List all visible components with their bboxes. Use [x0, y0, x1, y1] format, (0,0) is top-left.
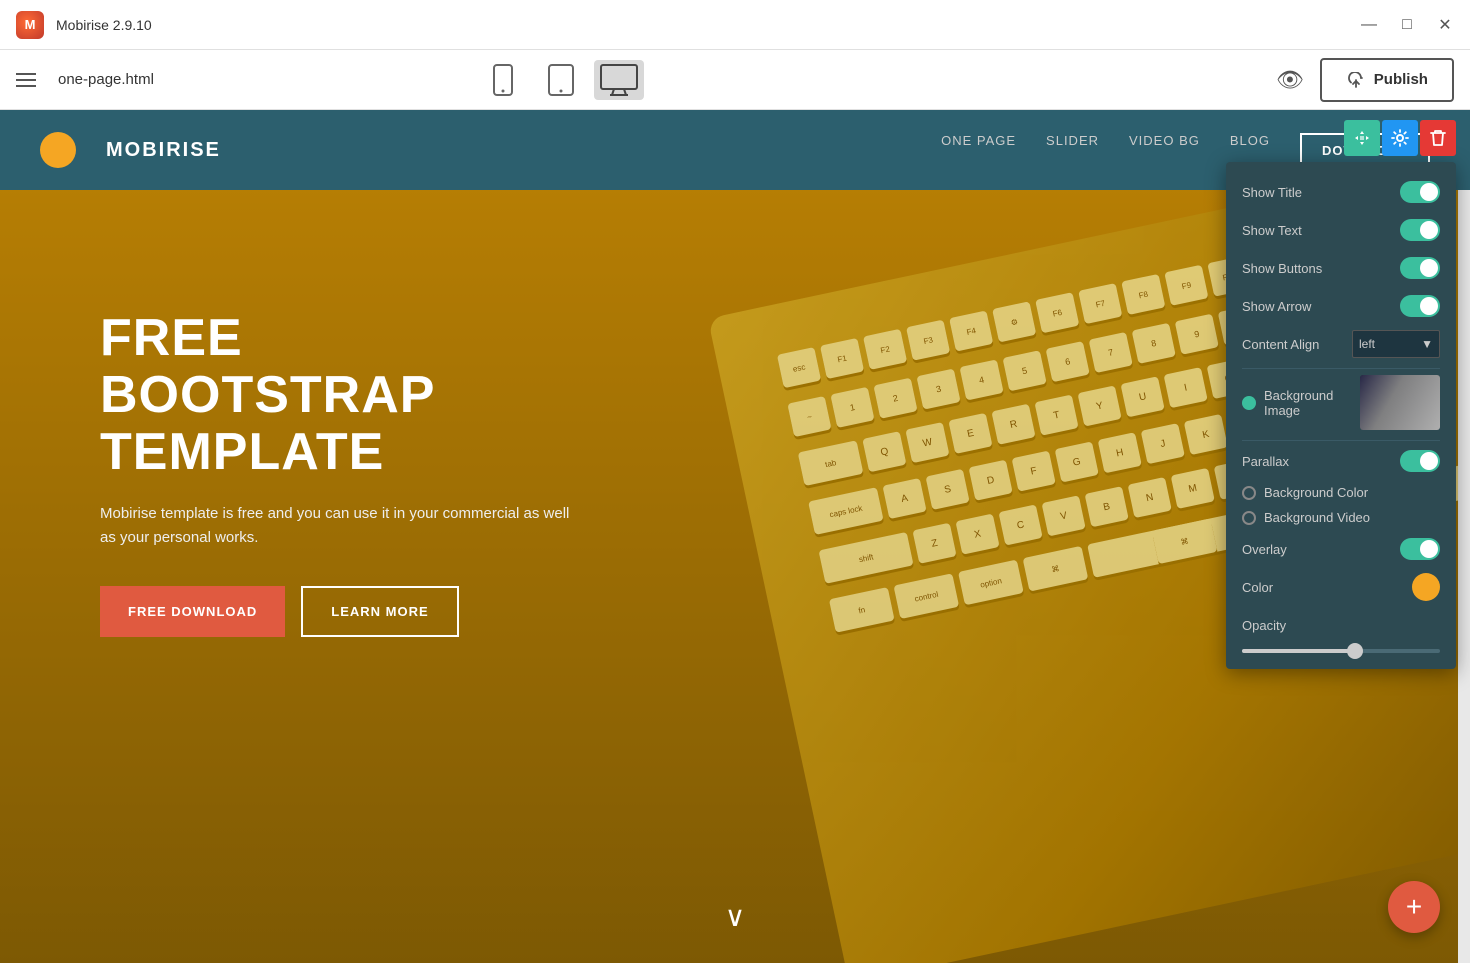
delete-block-button[interactable]	[1420, 120, 1456, 156]
logo-letter: M	[25, 17, 36, 32]
background-color-radio[interactable]	[1242, 486, 1256, 500]
divider-1	[1242, 368, 1440, 369]
settings-block-button[interactable]	[1382, 120, 1418, 156]
overlay-toggle[interactable]	[1400, 538, 1440, 560]
title-bar: M Mobirise 2.9.10 — □ ✕	[0, 0, 1470, 50]
color-row: Color	[1242, 573, 1440, 601]
show-title-label: Show Title	[1242, 185, 1400, 200]
hero-text-block: FREE BOOTSTRAP TEMPLATE Mobirise templat…	[100, 310, 580, 637]
background-video-row: Background Video	[1242, 510, 1440, 525]
overlay-label: Overlay	[1242, 542, 1400, 557]
close-button[interactable]: ✕	[1436, 16, 1454, 34]
menu-right: 👁 Publish	[1276, 58, 1454, 102]
color-swatch[interactable]	[1412, 573, 1440, 601]
content-align-label: Content Align	[1242, 337, 1352, 352]
slider-thumb[interactable]	[1347, 643, 1363, 659]
background-color-row: Background Color	[1242, 485, 1440, 500]
show-title-row: Show Title	[1242, 178, 1440, 206]
background-image-thumb[interactable]	[1360, 375, 1440, 430]
show-text-toggle[interactable]	[1400, 219, 1440, 241]
slider-fill	[1242, 649, 1351, 653]
tablet-icon	[547, 64, 575, 96]
background-image-row: Background Image	[1242, 375, 1440, 430]
background-color-label: Background Color	[1264, 485, 1440, 500]
show-arrow-row: Show Arrow	[1242, 292, 1440, 320]
scrollbar[interactable]	[1458, 110, 1470, 963]
window-controls: — □ ✕	[1360, 16, 1454, 34]
color-label: Color	[1242, 580, 1412, 595]
desktop-icon	[600, 64, 638, 96]
nav-link-videobg[interactable]: VIDEO BG	[1129, 133, 1200, 168]
slider-track	[1242, 649, 1440, 653]
publish-button[interactable]: Publish	[1320, 58, 1454, 102]
panel-toolbar	[1344, 120, 1456, 156]
add-block-button[interactable]: +	[1388, 881, 1440, 933]
move-block-button[interactable]	[1344, 120, 1380, 156]
hamburger-menu[interactable]	[16, 73, 36, 87]
hero-title: FREE BOOTSTRAP TEMPLATE	[100, 310, 580, 482]
mobile-view-button[interactable]	[478, 60, 528, 100]
background-video-label: Background Video	[1264, 510, 1440, 525]
settings-icon	[1391, 129, 1409, 147]
bg-image-active-dot	[1242, 396, 1256, 410]
content-area: MOBIRISE ONE PAGE SLIDER VIDEO BG BLOG D…	[0, 110, 1470, 963]
background-video-radio[interactable]	[1242, 511, 1256, 525]
parallax-toggle[interactable]	[1400, 450, 1440, 472]
opacity-label: Opacity	[1242, 618, 1440, 633]
hero-buttons: FREE DOWNLOAD LEARN MORE	[100, 586, 580, 637]
divider-2	[1242, 440, 1440, 441]
menu-bar: one-page.html 👁	[0, 50, 1470, 110]
chevron-down-icon: ▼	[1421, 337, 1433, 351]
app-logo: M	[16, 11, 44, 39]
parallax-row: Parallax	[1242, 447, 1440, 475]
opacity-slider[interactable]	[1242, 649, 1440, 653]
nav-link-slider[interactable]: SLIDER	[1046, 133, 1099, 168]
preview-icon[interactable]: 👁	[1276, 67, 1304, 93]
learn-more-button[interactable]: LEARN MORE	[301, 586, 458, 637]
settings-panel: Show Title Show Text Show Buttons Show A…	[1226, 162, 1456, 669]
overlay-row: Overlay	[1242, 535, 1440, 563]
app-name: Mobirise 2.9.10	[56, 17, 152, 33]
show-text-row: Show Text	[1242, 216, 1440, 244]
show-buttons-label: Show Buttons	[1242, 261, 1400, 276]
show-arrow-toggle[interactable]	[1400, 295, 1440, 317]
content-align-select[interactable]: left ▼	[1352, 330, 1440, 358]
show-buttons-row: Show Buttons	[1242, 254, 1440, 282]
background-image-label: Background Image	[1264, 388, 1360, 418]
opacity-label-row: Opacity	[1242, 611, 1440, 639]
hero-subtitle: Mobirise template is free and you can us…	[100, 502, 580, 550]
show-text-label: Show Text	[1242, 223, 1400, 238]
desktop-view-button[interactable]	[594, 60, 644, 100]
site-logo-circle	[40, 132, 76, 168]
site-logo-text: MOBIRISE	[106, 139, 221, 162]
content-align-row: Content Align left ▼	[1242, 330, 1440, 358]
device-switcher	[478, 60, 644, 100]
tablet-view-button[interactable]	[536, 60, 586, 100]
maximize-button[interactable]: □	[1398, 16, 1416, 34]
nav-link-onepage[interactable]: ONE PAGE	[941, 133, 1016, 168]
trash-icon	[1430, 129, 1446, 147]
show-title-toggle[interactable]	[1400, 181, 1440, 203]
move-icon	[1353, 129, 1371, 147]
parallax-label: Parallax	[1242, 454, 1400, 469]
cloud-upload-icon	[1346, 72, 1366, 88]
filename-label: one-page.html	[58, 71, 154, 88]
minimize-button[interactable]: —	[1360, 16, 1378, 34]
mobile-icon	[492, 64, 514, 96]
scroll-arrow[interactable]: ∨	[725, 900, 746, 933]
show-buttons-toggle[interactable]	[1400, 257, 1440, 279]
show-arrow-label: Show Arrow	[1242, 299, 1400, 314]
free-download-button[interactable]: FREE DOWNLOAD	[100, 586, 285, 637]
